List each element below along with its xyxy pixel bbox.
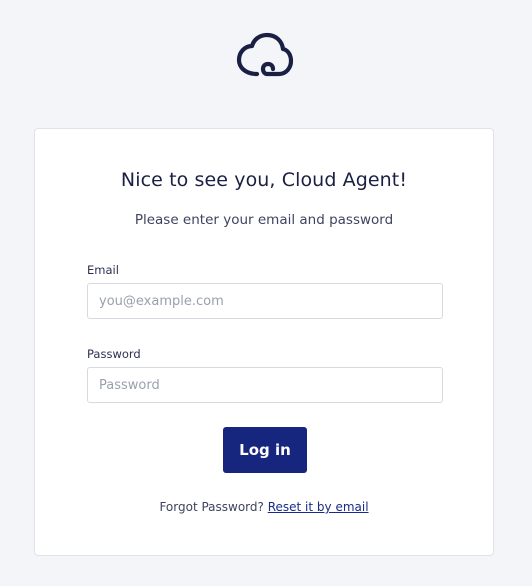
reset-password-link[interactable]: Reset it by email: [268, 500, 369, 514]
cloud-logo-icon: [236, 32, 294, 77]
forgot-password-row: Forgot Password? Reset it by email: [35, 500, 493, 514]
email-label: Email: [87, 263, 119, 277]
login-card: Nice to see you, Cloud Agent! Please ent…: [34, 128, 494, 556]
email-field[interactable]: [87, 283, 443, 319]
page-title: Nice to see you, Cloud Agent!: [120, 169, 408, 191]
password-field[interactable]: [87, 367, 443, 403]
login-instructions: Please enter your email and password: [134, 212, 394, 228]
login-button[interactable]: Log in: [223, 427, 307, 473]
password-label: Password: [87, 347, 141, 361]
forgot-password-text: Forgot Password?: [159, 500, 264, 514]
